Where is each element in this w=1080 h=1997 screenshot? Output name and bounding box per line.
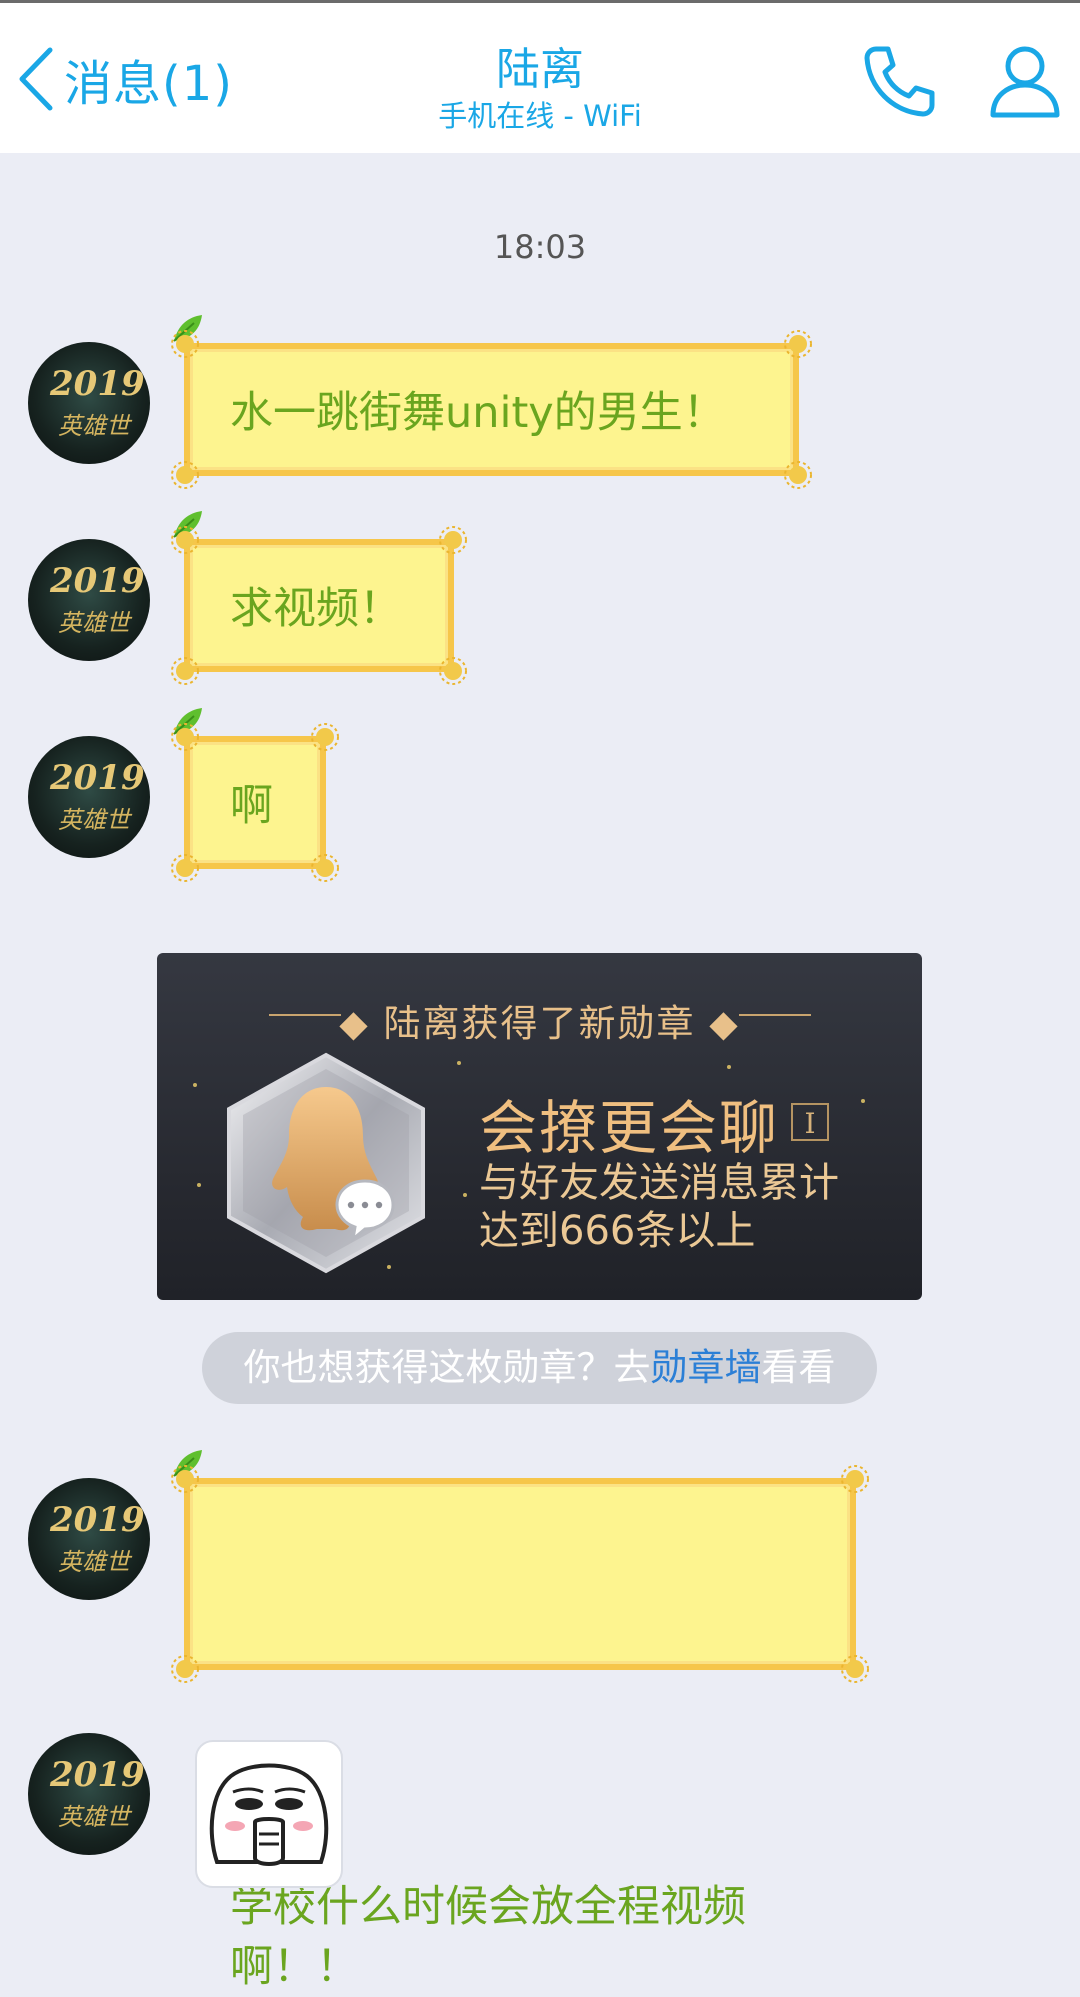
sun-corner-icon bbox=[171, 723, 199, 751]
chat-header: 消息(1) 陆离 手机在线 - WiFi bbox=[0, 3, 1080, 153]
avatar-year: 2019 bbox=[50, 364, 145, 404]
sun-corner-icon bbox=[784, 461, 812, 489]
avatar-subtitle: 英雄世 bbox=[58, 1803, 130, 1831]
badge-name: 会撩更会聊 bbox=[479, 1094, 780, 1162]
sparkle bbox=[197, 1183, 201, 1187]
avatar-year: 2019 bbox=[50, 1500, 145, 1540]
avatar-year: 2019 bbox=[50, 758, 145, 798]
sun-corner-icon bbox=[171, 526, 199, 554]
sun-corner-icon bbox=[439, 526, 467, 554]
sun-corner-icon bbox=[311, 854, 339, 882]
sun-corner-icon bbox=[841, 1655, 869, 1683]
sun-corner-icon bbox=[171, 657, 199, 685]
sun-corner-icon bbox=[171, 854, 199, 882]
meme-sticker[interactable] bbox=[195, 1740, 343, 1888]
sun-corner-icon bbox=[439, 657, 467, 685]
message-timestamp: 18:03 bbox=[493, 228, 587, 266]
contact-avatar[interactable]: 2019 英雄世 bbox=[28, 1733, 150, 1855]
badge-prompt: 你也想获得这枚勋章？去勋章墙看看 bbox=[202, 1332, 877, 1404]
badge-card[interactable]: ◆ 陆离获得了新勋章 ◆ 会撩更会聊 I 与好友发送消息累计 达到666条以上 bbox=[157, 953, 922, 1300]
message-bubble[interactable]: 求视频！ bbox=[171, 511, 467, 685]
message-text: 学校什么时候会放全程视频 啊！！ bbox=[230, 1882, 746, 1992]
phone-icon[interactable] bbox=[860, 41, 940, 121]
message-bubble[interactable]: 水一跳街舞unity的男生！ bbox=[171, 315, 812, 489]
qq-penguin-badge-icon bbox=[227, 1052, 425, 1274]
meme-sticker-icon bbox=[209, 1763, 329, 1866]
sun-corner-icon bbox=[311, 723, 339, 751]
badge-wall-link[interactable]: 勋章墙 bbox=[651, 1346, 762, 1389]
sun-corner-icon bbox=[171, 1465, 199, 1493]
contact-avatar[interactable]: 2019 英雄世 bbox=[28, 539, 150, 661]
message-text: 求视频！ bbox=[230, 584, 402, 634]
avatar-subtitle: 英雄世 bbox=[58, 1548, 130, 1576]
sparkle bbox=[193, 1083, 197, 1087]
badge-level: I bbox=[791, 1103, 829, 1141]
sun-corner-icon bbox=[171, 1655, 199, 1683]
contact-avatar[interactable]: 2019 英雄世 bbox=[28, 342, 150, 464]
sun-corner-icon bbox=[841, 1465, 869, 1493]
sun-corner-icon bbox=[171, 461, 199, 489]
contact-avatar[interactable]: 2019 英雄世 bbox=[28, 736, 150, 858]
message-text: 啊 bbox=[230, 781, 273, 831]
avatar-subtitle: 英雄世 bbox=[58, 609, 130, 637]
sparkle bbox=[861, 1099, 865, 1103]
contact-avatar[interactable]: 2019 英雄世 bbox=[28, 1478, 150, 1600]
message-bubble[interactable]: 啊 bbox=[171, 708, 339, 882]
sparkle bbox=[457, 1061, 461, 1065]
sparkle bbox=[463, 1193, 467, 1197]
sparkle bbox=[727, 1065, 731, 1069]
message-text: 水一跳街舞unity的男生！ bbox=[230, 388, 726, 438]
person-icon[interactable] bbox=[985, 41, 1065, 121]
avatar-year: 2019 bbox=[50, 561, 145, 601]
badge-headline-text: 陆离获得了新勋章 bbox=[383, 1002, 696, 1045]
avatar-year: 2019 bbox=[50, 1755, 145, 1795]
avatar-subtitle: 英雄世 bbox=[58, 412, 130, 440]
sun-corner-icon bbox=[784, 330, 812, 358]
badge-headline: ◆ 陆离获得了新勋章 ◆ bbox=[339, 1002, 740, 1045]
badge-prompt-suffix: 看看 bbox=[761, 1346, 836, 1389]
sun-corner-icon bbox=[171, 330, 199, 358]
avatar-subtitle: 英雄世 bbox=[58, 806, 130, 834]
message-bubble[interactable]: 学校什么时候会放全程视频 啊！！ bbox=[171, 1450, 869, 1992]
badge-prompt-prefix: 你也想获得这枚勋章？去 bbox=[243, 1346, 651, 1389]
badge-description: 与好友发送消息累计 达到666条以上 bbox=[479, 1160, 839, 1254]
